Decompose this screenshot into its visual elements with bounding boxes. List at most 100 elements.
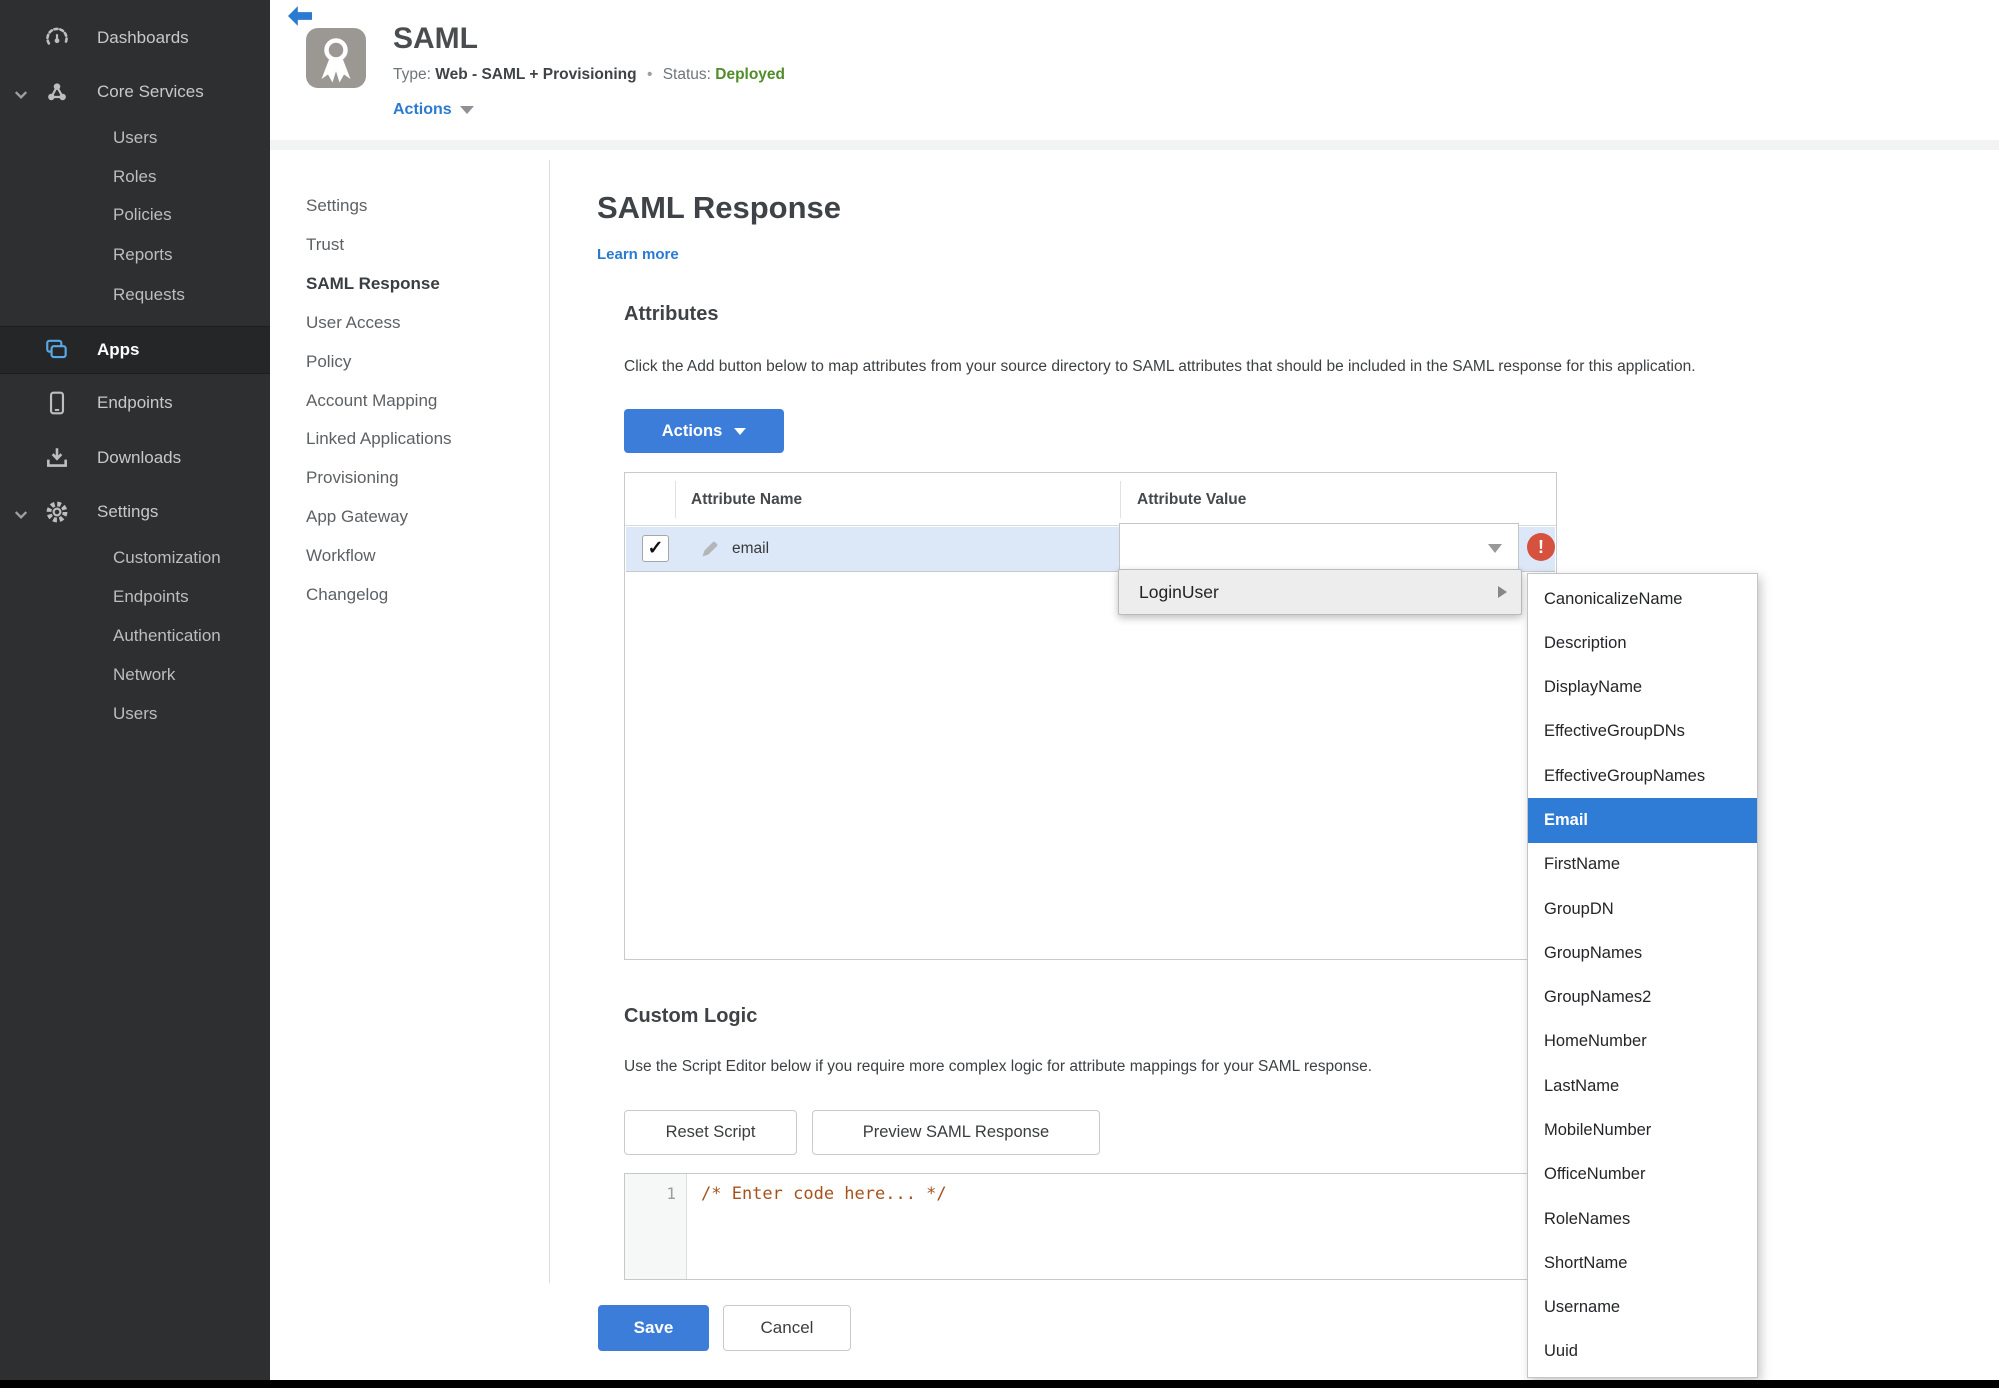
editor-code[interactable]: /* Enter code here... */ <box>701 1184 947 1204</box>
chevron-down-icon[interactable] <box>14 87 28 99</box>
table-header: Attribute Name Attribute Value <box>625 473 1556 526</box>
submenu-item[interactable]: OfficeNumber <box>1528 1153 1757 1197</box>
submenu-item[interactable]: MobileNumber <box>1528 1108 1757 1152</box>
app-window: Dashboards Core Services Users Roles Pol… <box>0 0 1999 1388</box>
app-title: SAML <box>393 22 478 55</box>
sidebar-item-dashboards[interactable]: Dashboards <box>0 18 270 58</box>
sidebar-item-network[interactable]: Network <box>0 655 270 695</box>
gauge-icon <box>44 25 70 51</box>
attribute-name-cell: email <box>732 540 770 557</box>
gear-icon <box>44 499 70 525</box>
column-divider <box>1120 481 1121 518</box>
saml-app-badge-icon <box>306 28 366 88</box>
column-divider <box>675 481 676 518</box>
status-value: Deployed <box>715 66 786 83</box>
sidebar-item-users-settings[interactable]: Users <box>0 694 270 734</box>
cancel-button[interactable]: Cancel <box>723 1305 851 1351</box>
status-label: Status: <box>662 66 711 83</box>
row-checkbox[interactable]: ✓ <box>642 535 669 562</box>
sidebar-item-reports[interactable]: Reports <box>0 235 270 275</box>
learn-more-link[interactable]: Learn more <box>597 246 679 263</box>
submenu-item[interactable]: CanonicalizeName <box>1528 577 1757 621</box>
submenu-item[interactable]: GroupNames2 <box>1528 976 1757 1020</box>
tab-changelog[interactable]: Changelog <box>306 575 388 614</box>
tab-provisioning[interactable]: Provisioning <box>306 458 399 497</box>
sidebar-item-apps[interactable]: Apps <box>0 326 270 374</box>
type-label: Type: <box>393 66 431 83</box>
attributes-description: Click the Add button below to map attrib… <box>624 358 1696 375</box>
menu-item-loginuser[interactable]: LoginUser <box>1118 569 1522 615</box>
sidebar-item-roles[interactable]: Roles <box>0 157 270 197</box>
submenu-item[interactable]: GroupDN <box>1528 887 1757 931</box>
sidebar-item-label: Core Services <box>97 82 204 101</box>
sidebar-item-policies[interactable]: Policies <box>0 195 270 235</box>
submenu-item[interactable]: ShortName <box>1528 1241 1757 1285</box>
sidebar-item-label: Dashboards <box>97 28 189 47</box>
tab-saml-response[interactable]: SAML Response <box>306 264 440 303</box>
tab-account-mapping[interactable]: Account Mapping <box>306 381 437 420</box>
attribute-value-dropdown[interactable] <box>1119 523 1519 572</box>
chevron-down-icon <box>1488 544 1502 553</box>
tab-app-gateway[interactable]: App Gateway <box>306 497 408 536</box>
tab-user-access[interactable]: User Access <box>306 303 400 342</box>
attribute-submenu: CanonicalizeName Description DisplayName… <box>1527 573 1758 1378</box>
sidebar-item-authentication[interactable]: Authentication <box>0 616 270 656</box>
submenu-item[interactable]: Description <box>1528 621 1757 665</box>
sidebar-item-requests[interactable]: Requests <box>0 275 270 315</box>
device-icon <box>44 390 70 416</box>
preview-saml-response-button[interactable]: Preview SAML Response <box>812 1110 1100 1155</box>
submenu-item-selected[interactable]: Email <box>1528 798 1757 843</box>
pencil-icon[interactable] <box>700 539 720 559</box>
error-icon: ! <box>1527 533 1555 561</box>
chevron-right-icon <box>1498 586 1507 598</box>
submenu-item[interactable]: GroupNames <box>1528 931 1757 975</box>
tab-settings[interactable]: Settings <box>306 186 367 225</box>
download-icon <box>44 445 70 471</box>
tab-policy[interactable]: Policy <box>306 342 351 381</box>
attributes-actions-button[interactable]: Actions <box>624 409 784 453</box>
sidebar-item-downloads[interactable]: Downloads <box>0 438 270 478</box>
sidebar-item-settings[interactable]: Settings <box>0 492 270 532</box>
custom-logic-heading: Custom Logic <box>624 1005 758 1027</box>
submenu-item[interactable]: EffectiveGroupDNs <box>1528 710 1757 754</box>
sidebar-item-endpoints-settings[interactable]: Endpoints <box>0 577 270 617</box>
column-header-attribute-value[interactable]: Attribute Value <box>1137 473 1246 526</box>
chevron-down-icon <box>459 105 474 114</box>
submenu-item[interactable]: DisplayName <box>1528 666 1757 710</box>
tab-workflow[interactable]: Workflow <box>306 536 376 575</box>
bottom-edge-bar <box>0 1380 1999 1388</box>
core-services-icon <box>44 79 70 105</box>
sidebar-item-core-services[interactable]: Core Services <box>0 72 270 112</box>
sidebar-item-endpoints[interactable]: Endpoints <box>0 383 270 423</box>
header-actions-menu[interactable]: Actions <box>393 101 474 119</box>
line-number: 1 <box>666 1184 676 1203</box>
save-button[interactable]: Save <box>598 1305 709 1351</box>
tab-linked-applications[interactable]: Linked Applications <box>306 419 452 458</box>
editor-gutter: 1 <box>625 1174 687 1279</box>
nav-content-divider <box>549 160 550 1283</box>
sidebar-item-users[interactable]: Users <box>0 118 270 158</box>
header-divider <box>270 140 1999 150</box>
submenu-item[interactable]: HomeNumber <box>1528 1020 1757 1064</box>
sidebar: Dashboards Core Services Users Roles Pol… <box>0 0 270 1388</box>
attributes-heading: Attributes <box>624 303 719 325</box>
app-meta: Type: Web - SAML + Provisioning • Status… <box>393 66 785 84</box>
sidebar-item-customization[interactable]: Customization <box>0 538 270 578</box>
tab-trust[interactable]: Trust <box>306 225 344 264</box>
meta-separator: • <box>646 66 653 83</box>
submenu-item[interactable]: Username <box>1528 1286 1757 1330</box>
submenu-item[interactable]: LastName <box>1528 1064 1757 1108</box>
submenu-item[interactable]: RoleNames <box>1528 1197 1757 1241</box>
back-arrow-icon[interactable] <box>288 6 312 26</box>
submenu-item[interactable]: Uuid <box>1528 1330 1757 1374</box>
column-header-attribute-name[interactable]: Attribute Name <box>691 473 802 526</box>
chevron-down-icon <box>734 427 747 435</box>
page-title: SAML Response <box>597 190 842 225</box>
apps-icon <box>44 337 70 363</box>
submenu-item[interactable]: EffectiveGroupNames <box>1528 754 1757 798</box>
reset-script-button[interactable]: Reset Script <box>624 1110 797 1155</box>
type-value: Web - SAML + Provisioning <box>435 66 637 83</box>
custom-logic-description: Use the Script Editor below if you requi… <box>624 1058 1373 1075</box>
chevron-down-icon[interactable] <box>14 507 28 519</box>
submenu-item[interactable]: FirstName <box>1528 843 1757 887</box>
